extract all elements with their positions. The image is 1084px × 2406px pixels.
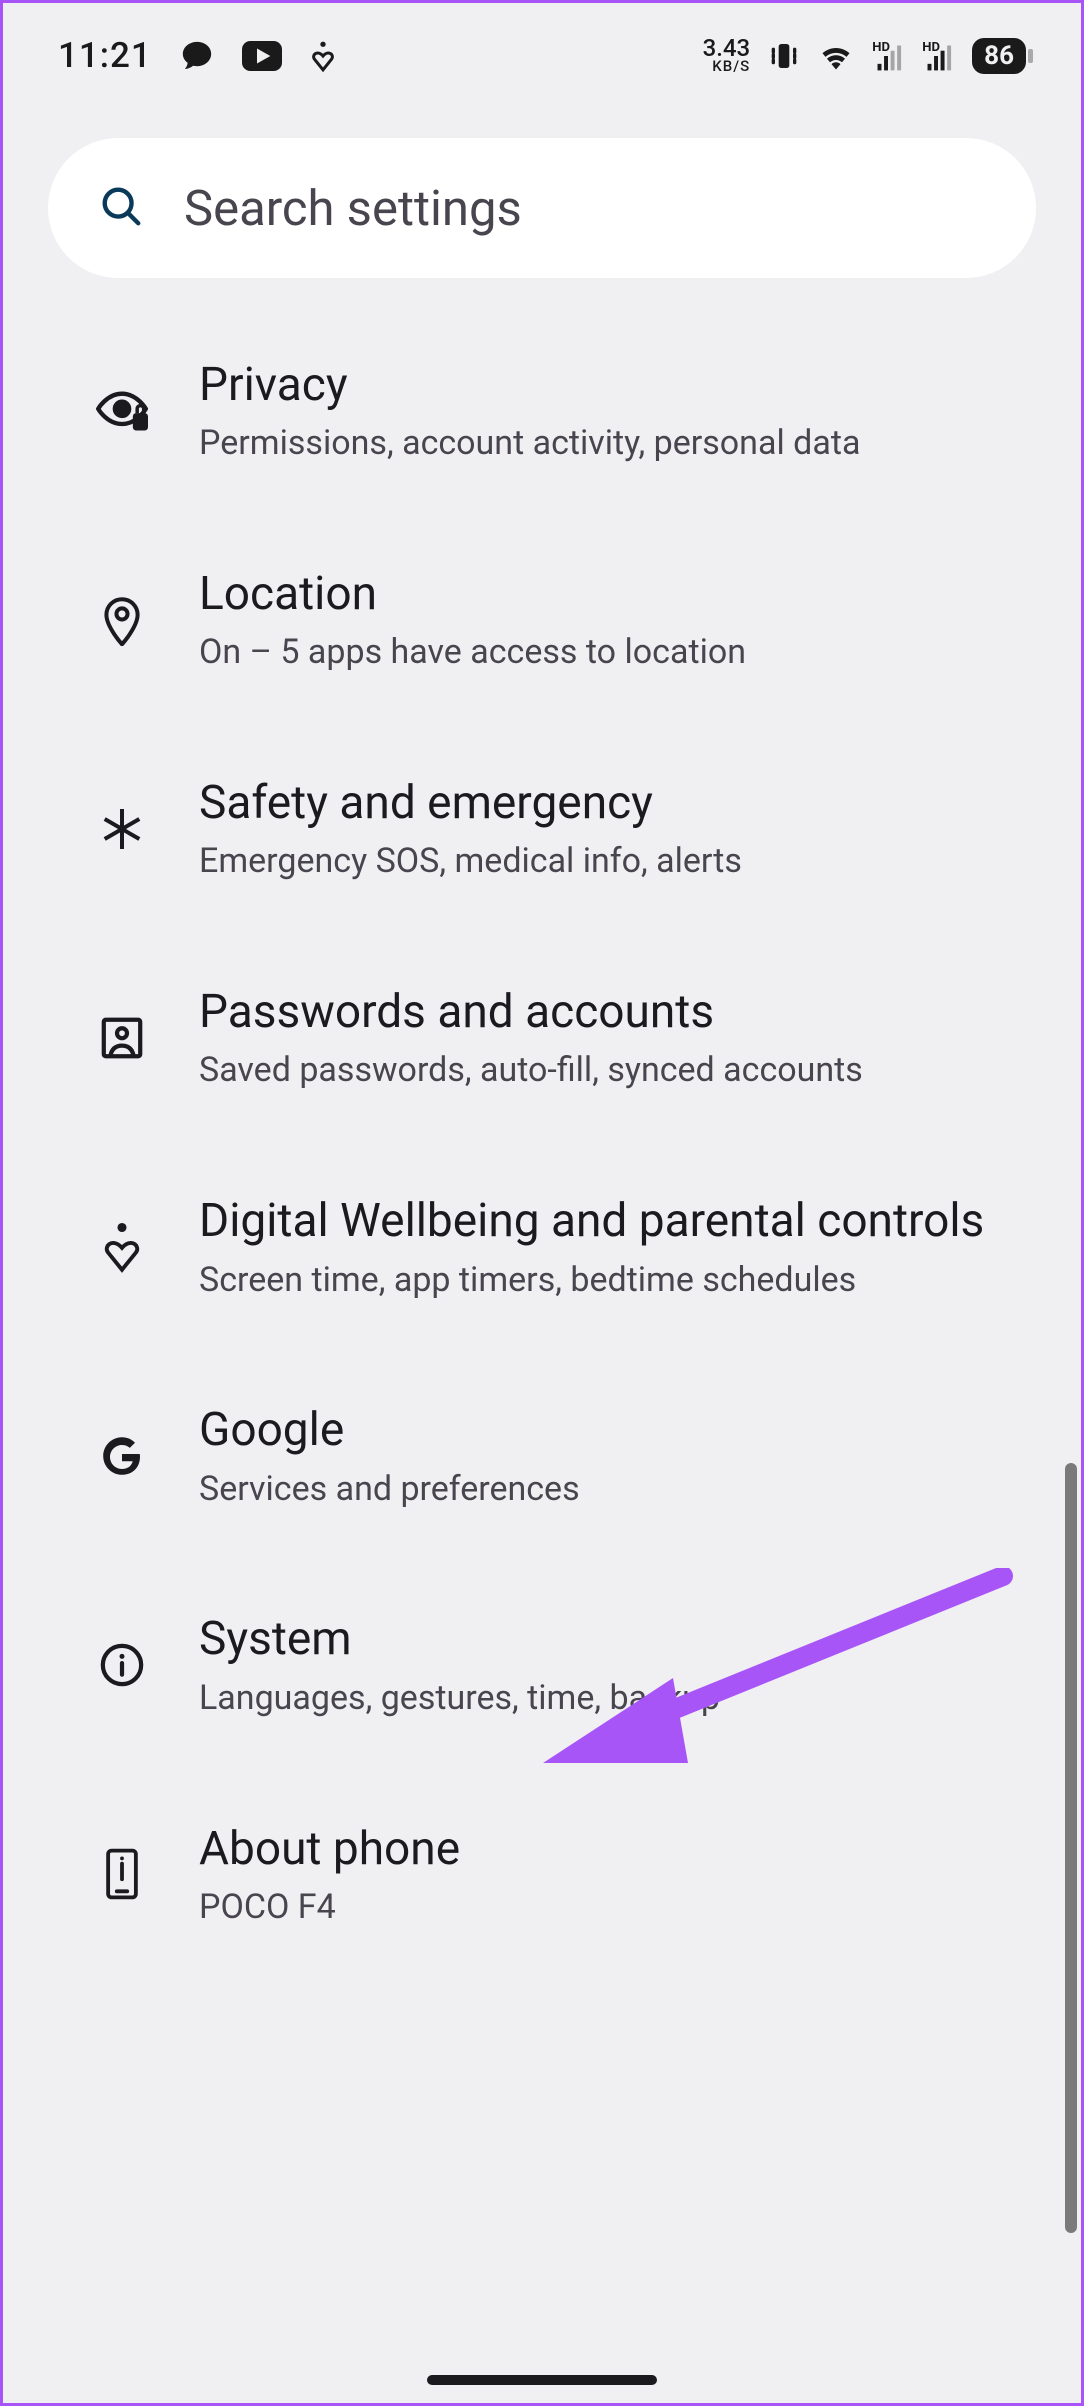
settings-item-title: System bbox=[199, 1612, 1026, 1667]
battery-indicator: 86 bbox=[972, 38, 1026, 74]
status-bar: 11:21 3.43 KB/S HD HD 86 bbox=[3, 3, 1081, 98]
settings-item-title: Digital Wellbeing and parental controls bbox=[199, 1194, 1026, 1249]
settings-item-title: Location bbox=[199, 567, 1026, 622]
settings-item-passwords[interactable]: Passwords and accounts Saved passwords, … bbox=[3, 935, 1081, 1144]
status-clock: 11:21 bbox=[58, 35, 152, 76]
settings-item-subtitle: Screen time, app timers, bedtime schedul… bbox=[199, 1258, 1026, 1304]
settings-item-subtitle: On – 5 apps have access to location bbox=[199, 630, 1026, 676]
settings-item-title: Privacy bbox=[199, 358, 1026, 413]
settings-item-title: Passwords and accounts bbox=[199, 985, 1026, 1040]
svg-text:HD: HD bbox=[922, 39, 940, 54]
settings-item-subtitle: Languages, gestures, time, backup bbox=[199, 1676, 1026, 1722]
location-pin-icon bbox=[101, 594, 143, 650]
search-icon bbox=[98, 183, 144, 233]
digital-wellbeing-icon bbox=[102, 1221, 142, 1277]
phone-device-icon bbox=[104, 1848, 140, 1904]
chat-bubble-icon bbox=[180, 39, 214, 73]
settings-item-location[interactable]: Location On – 5 apps have access to loca… bbox=[3, 517, 1081, 726]
info-icon bbox=[99, 1642, 145, 1692]
scroll-indicator bbox=[1065, 1463, 1077, 2233]
emergency-asterisk-icon bbox=[98, 805, 146, 857]
settings-item-subtitle: Permissions, account activity, personal … bbox=[199, 421, 1026, 467]
search-placeholder: Search settings bbox=[184, 180, 522, 237]
svg-text:HD: HD bbox=[872, 39, 890, 54]
settings-item-title: About phone bbox=[199, 1822, 1026, 1877]
settings-item-system[interactable]: System Languages, gestures, time, backup bbox=[3, 1562, 1081, 1771]
settings-item-wellbeing[interactable]: Digital Wellbeing and parental controls … bbox=[3, 1144, 1081, 1353]
settings-item-about-phone[interactable]: About phone POCO F4 bbox=[3, 1772, 1081, 1981]
signal-sim1-icon: HD bbox=[872, 39, 904, 73]
settings-item-google[interactable]: Google Services and preferences bbox=[3, 1353, 1081, 1562]
settings-item-title: Google bbox=[199, 1403, 1026, 1458]
settings-item-subtitle: Saved passwords, auto-fill, synced accou… bbox=[199, 1048, 1026, 1094]
settings-item-subtitle: POCO F4 bbox=[199, 1885, 1026, 1931]
settings-item-privacy[interactable]: Privacy Permissions, account activity, p… bbox=[3, 308, 1081, 517]
settings-item-subtitle: Services and preferences bbox=[199, 1467, 1026, 1513]
wellbeing-status-icon bbox=[310, 40, 336, 72]
youtube-icon bbox=[242, 41, 282, 71]
network-speed-indicator: 3.43 KB/S bbox=[703, 38, 751, 73]
settings-item-title: Safety and emergency bbox=[199, 776, 1026, 831]
vibrate-icon bbox=[768, 40, 800, 72]
settings-list: Privacy Permissions, account activity, p… bbox=[3, 308, 1081, 1981]
settings-item-subtitle: Emergency SOS, medical info, alerts bbox=[199, 839, 1026, 885]
search-settings-bar[interactable]: Search settings bbox=[48, 138, 1036, 278]
privacy-eye-icon bbox=[96, 391, 148, 435]
settings-item-safety[interactable]: Safety and emergency Emergency SOS, medi… bbox=[3, 726, 1081, 935]
signal-sim2-icon: HD bbox=[922, 39, 954, 73]
google-g-icon bbox=[98, 1432, 146, 1484]
wifi-icon bbox=[818, 42, 854, 70]
account-box-icon bbox=[99, 1015, 145, 1065]
gesture-nav-handle[interactable] bbox=[427, 2375, 657, 2385]
